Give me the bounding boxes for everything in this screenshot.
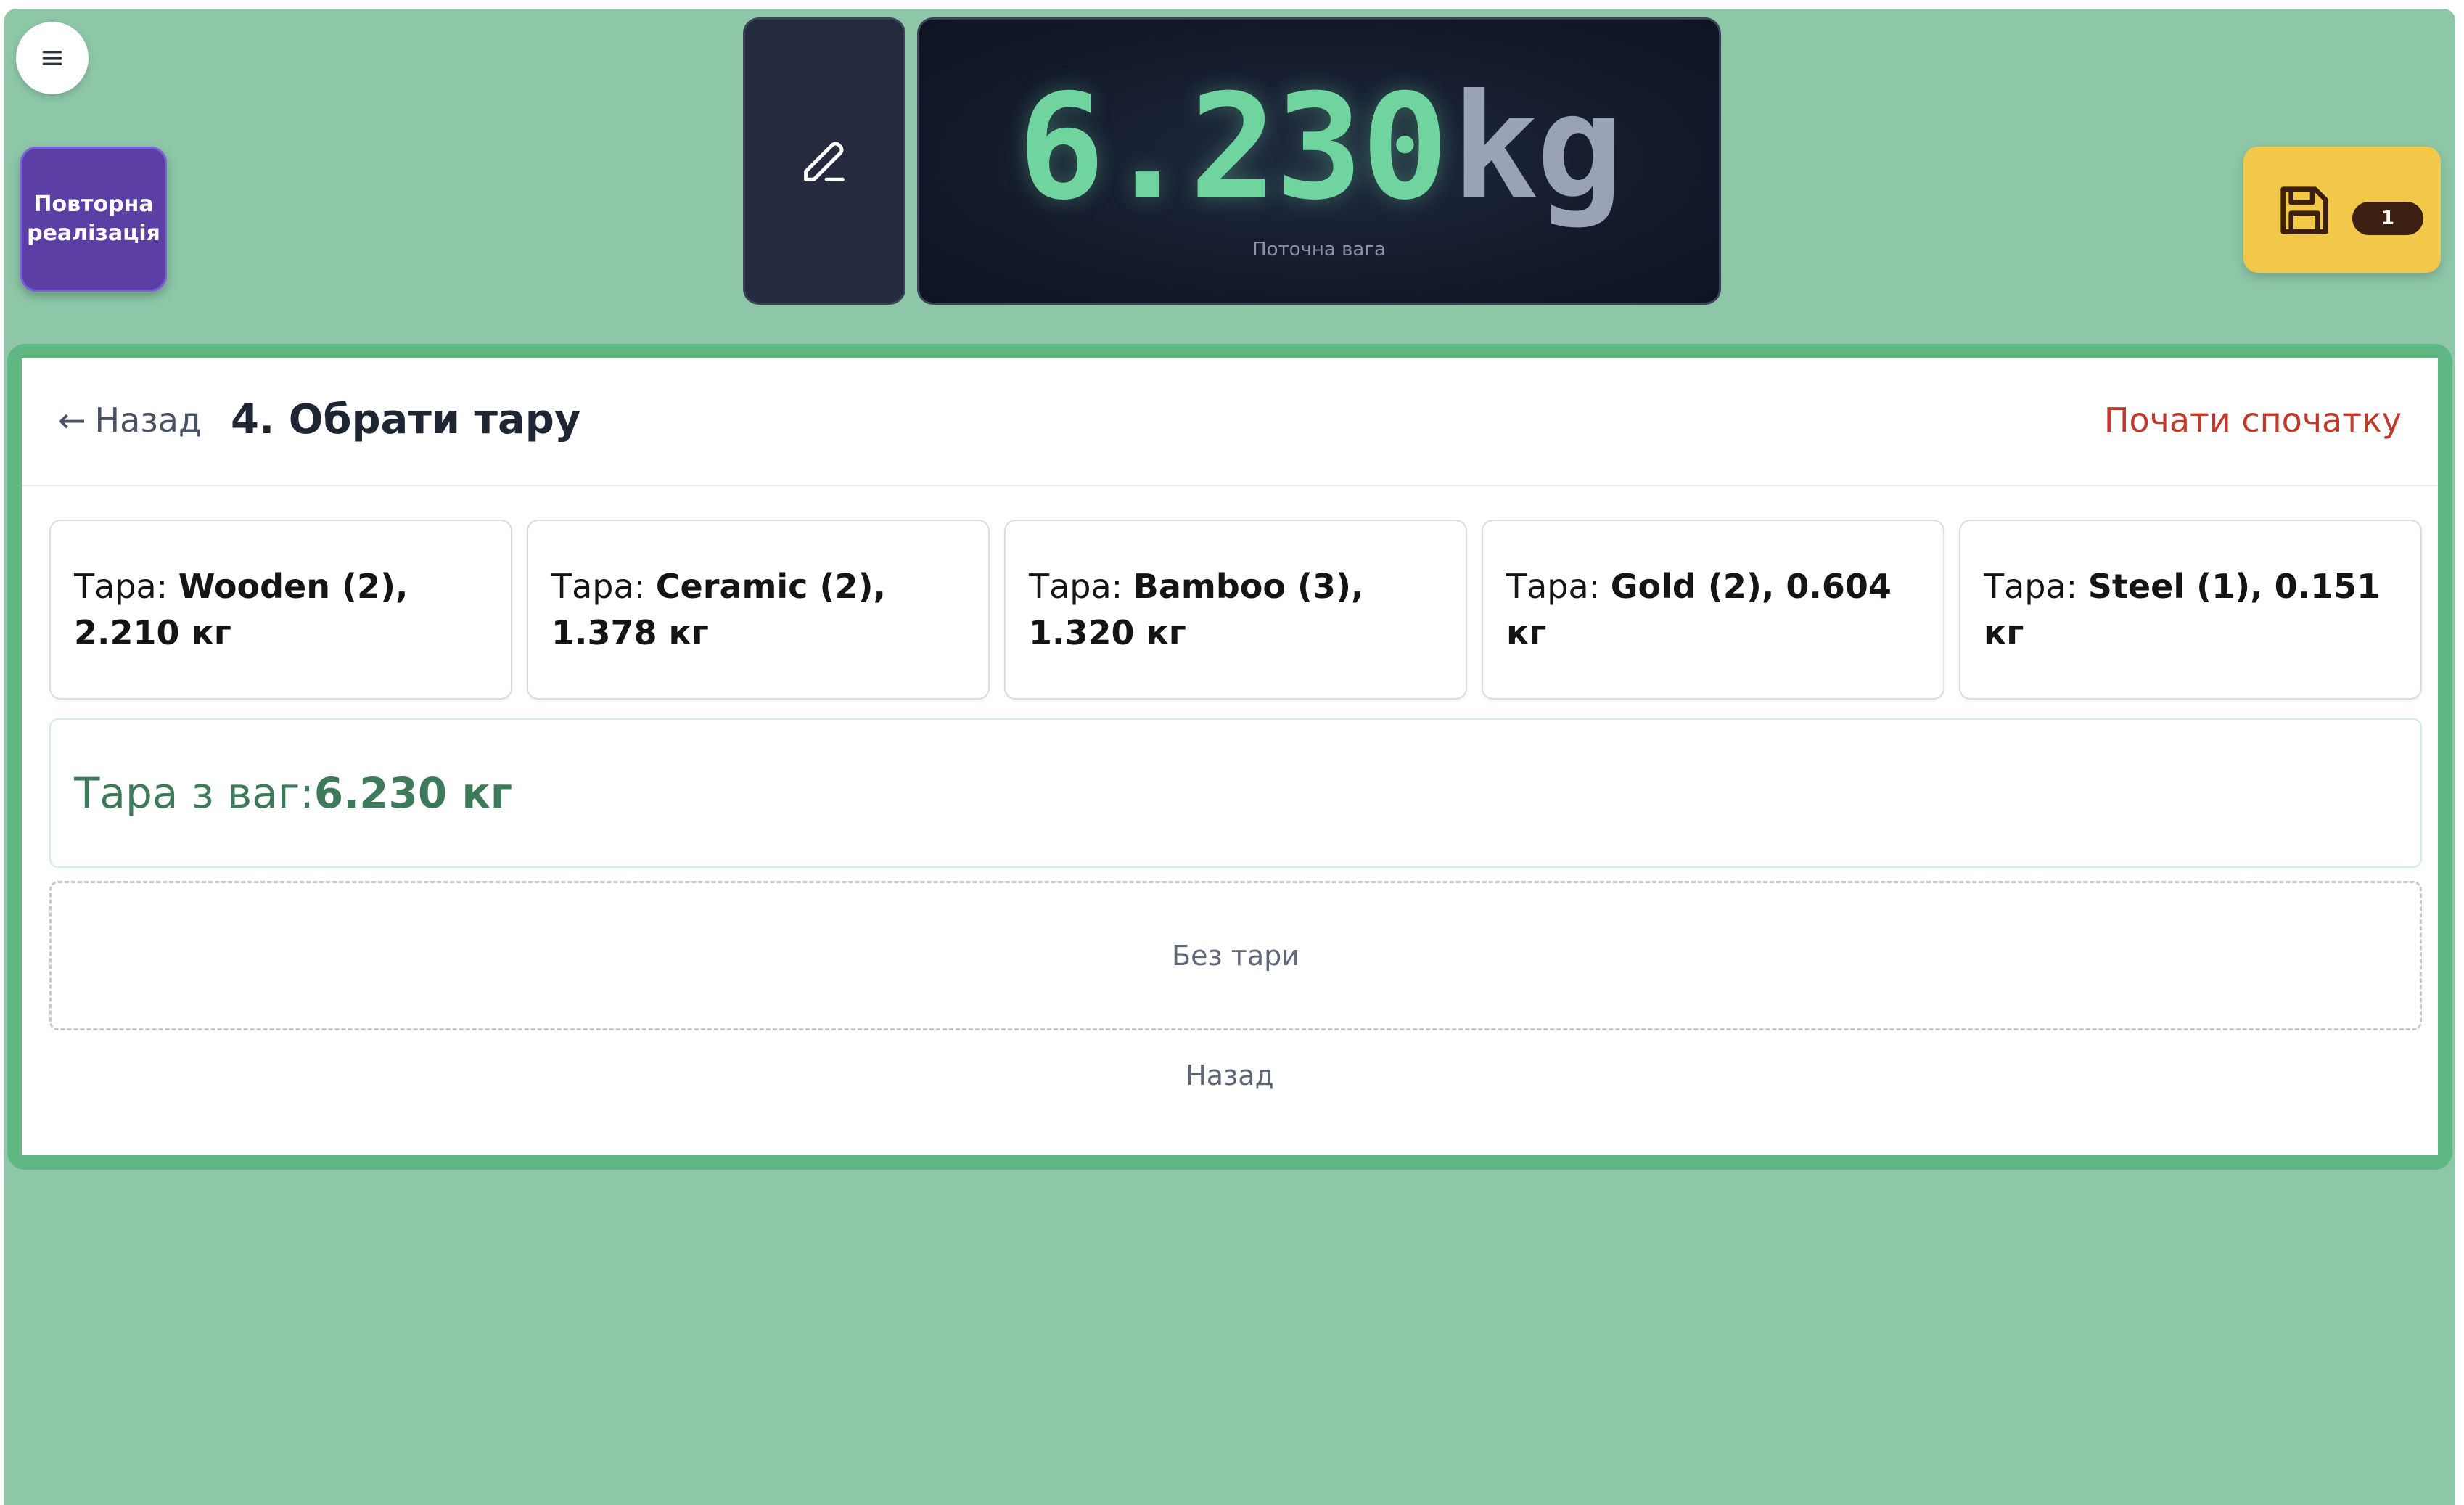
- repeat-sale-button[interactable]: Повторна реалізація: [20, 147, 167, 292]
- scale-tare-label: Тара з ваг:: [74, 768, 314, 818]
- tare-options-grid: Тара: Wooden (2), 2.210 кг Тара: Ceramic…: [49, 520, 2422, 700]
- tare-option-label: Тара:: [1506, 567, 1611, 606]
- save-count-badge: 1: [2352, 202, 2423, 235]
- tare-option-label: Тара:: [1984, 567, 2088, 606]
- floppy-disk-icon: [2280, 186, 2328, 234]
- weight-unit: kg: [1451, 63, 1624, 232]
- hamburger-menu-icon: [42, 51, 62, 66]
- weight-value: 6.230: [1017, 63, 1449, 232]
- tare-option-label: Тара:: [1029, 567, 1133, 606]
- save-button[interactable]: 1: [2243, 147, 2441, 273]
- menu-button[interactable]: [16, 22, 89, 94]
- app-background: Повторна реалізація 6.230kg Поточна вага…: [4, 9, 2455, 1505]
- weight-caption: Поточна вага: [1252, 239, 1386, 261]
- card-header: ← Назад 4. Обрати тару Почати спочатку: [22, 358, 2438, 486]
- back-link[interactable]: ← Назад: [58, 401, 202, 440]
- scale-tare-value: 6.230 кг: [313, 768, 513, 818]
- back-bottom-button[interactable]: Назад: [22, 1059, 2438, 1091]
- arrow-left-icon: ←: [58, 401, 86, 440]
- back-link-label: Назад: [94, 401, 202, 440]
- page-title: 4. Обрати тару: [231, 396, 581, 443]
- tare-option-wooden[interactable]: Тара: Wooden (2), 2.210 кг: [49, 520, 512, 700]
- tare-option-label: Тара:: [551, 567, 656, 606]
- tare-option-ceramic[interactable]: Тара: Ceramic (2), 1.378 кг: [527, 520, 990, 700]
- tare-selection-card: ← Назад 4. Обрати тару Почати спочатку Та…: [22, 358, 2438, 1155]
- edit-weight-button[interactable]: [743, 17, 905, 305]
- tare-option-label: Тара:: [74, 567, 178, 606]
- current-weight-display: 6.230kg Поточна вага: [917, 17, 1721, 305]
- scale-tare-option[interactable]: Тара з ваг: 6.230 кг: [49, 718, 2422, 868]
- pencil-icon: [804, 142, 845, 181]
- no-tare-button[interactable]: Без тари: [49, 881, 2422, 1030]
- tare-option-bamboo[interactable]: Тара: Bamboo (3), 1.320 кг: [1004, 520, 1467, 700]
- tare-option-gold[interactable]: Тара: Gold (2), 0.604 кг: [1482, 520, 1944, 700]
- tare-option-steel[interactable]: Тара: Steel (1), 0.151 кг: [1959, 520, 2422, 700]
- restart-link[interactable]: Почати спочатку: [2104, 401, 2402, 440]
